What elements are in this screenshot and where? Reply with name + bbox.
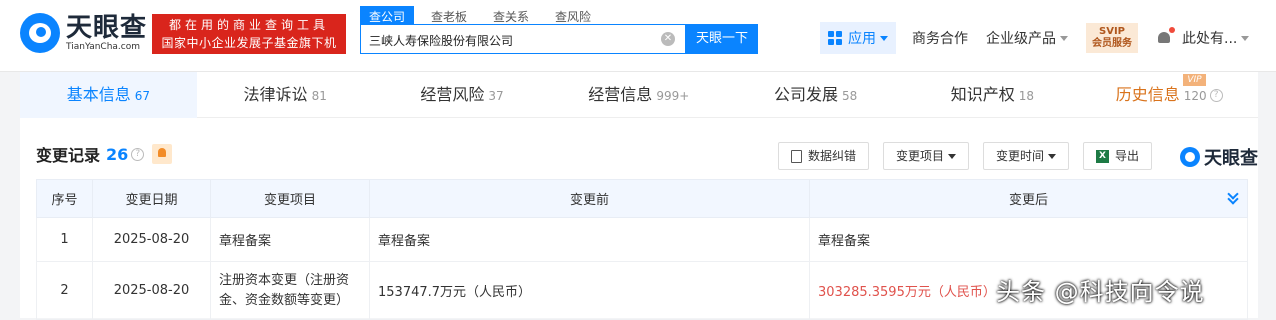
tab-count: 58 — [841, 89, 858, 103]
logo-eye-icon — [1180, 147, 1200, 167]
double-chevron-down-icon[interactable] — [1227, 192, 1239, 204]
column-header-item: 变更项目 — [210, 179, 370, 218]
app-menu-label: 应用 — [848, 31, 876, 47]
tab-label: 经营信息 — [588, 85, 653, 104]
change-item-filter[interactable]: 变更项目 — [882, 142, 969, 170]
tab-count: 120 — [1183, 89, 1207, 103]
tab-label: 历史信息 — [1115, 85, 1180, 104]
tab-label: 公司发展 — [773, 85, 838, 104]
search-input[interactable]: 三峡人寿保险股份有限公司 ✕ — [360, 24, 686, 54]
tab-label: 知识产权 — [950, 85, 1015, 104]
column-header-after: 变更后 — [809, 179, 1248, 218]
chevron-down-icon — [947, 153, 956, 159]
logo-eye-icon — [20, 13, 60, 53]
column-header-date: 变更日期 — [92, 179, 211, 218]
table-header-row: 序号 变更日期 变更项目 变更前 变更后 — [36, 179, 1248, 218]
cell-index: 1 — [36, 217, 93, 262]
nav-enterprise-label: 企业级产品 — [986, 31, 1056, 47]
slogan-banner: 都在用的商业查询工具 国家中小企业发展子基金旗下机构 — [152, 14, 346, 68]
tab-ip[interactable]: 知识产权 18 — [904, 72, 1081, 118]
table-row: 1 2025-08-20 章程备案 章程备案 章程备案 — [36, 217, 1248, 262]
section-header: 变更记录 26 ? — [36, 142, 173, 166]
button-label: 变更项目 — [895, 149, 944, 163]
section-title: 变更记录 — [36, 146, 101, 165]
notification-dot — [1169, 27, 1175, 33]
svip-label: SVIP — [1099, 26, 1125, 37]
tab-operation-info[interactable]: 经营信息 999+ — [550, 72, 727, 118]
document-icon — [790, 149, 802, 163]
tab-count: 81 — [311, 89, 327, 103]
chevron-down-icon — [1047, 153, 1056, 159]
clear-icon[interactable]: ✕ — [661, 32, 675, 46]
tab-legal[interactable]: 法律诉讼 81 — [197, 72, 374, 118]
column-header-before: 变更前 — [369, 179, 810, 218]
chevron-down-icon — [880, 35, 888, 41]
tab-count: 37 — [488, 89, 504, 103]
slogan-line2: 国家中小企业发展子基金旗下机构 — [161, 36, 337, 68]
brand-text: 天眼查 — [1204, 148, 1258, 169]
app-menu-button[interactable]: 应用 — [820, 22, 896, 54]
site-logo[interactable]: 天眼查 TianYanCha.com — [20, 13, 147, 53]
tab-count: 18 — [1018, 89, 1035, 103]
tab-development[interactable]: 公司发展 58 — [727, 72, 904, 118]
column-header-index: 序号 — [36, 179, 93, 218]
slogan-line1: 都在用的商业查询工具 — [168, 18, 329, 32]
column-header-after-label: 变更后 — [1008, 193, 1048, 208]
section-count: 26 — [106, 144, 129, 164]
bell-icon[interactable] — [1156, 27, 1175, 46]
export-button[interactable]: X 导出 — [1082, 142, 1152, 170]
tab-basic-info[interactable]: 基本信息 67 — [20, 72, 197, 118]
tab-label: 经营风险 — [420, 85, 485, 104]
cell-index: 2 — [36, 261, 93, 320]
top-bar: 天眼查 TianYanCha.com 都在用的商业查询工具 国家中小企业发展子基… — [0, 0, 1276, 72]
tab-label: 法律诉讼 — [243, 85, 308, 104]
tab-operation-risk[interactable]: 经营风险 37 — [374, 72, 551, 118]
cell-item: 章程备案 — [210, 217, 370, 262]
grid-icon — [828, 31, 842, 45]
cell-item: 注册资本变更（注册资金、资金数额等变更） — [210, 261, 370, 320]
cell-after: 章程备案 — [809, 217, 1248, 262]
search-button[interactable]: 天眼一下 — [686, 24, 758, 54]
help-icon[interactable]: ? — [1209, 89, 1223, 102]
tab-history[interactable]: VIP 历史信息 120? — [1081, 72, 1258, 118]
chevron-down-icon — [1060, 35, 1068, 41]
nav-enterprise-products[interactable]: 企业级产品 — [986, 28, 1068, 48]
cell-before: 章程备案 — [369, 217, 810, 262]
change-time-filter[interactable]: 变更时间 — [982, 142, 1069, 170]
chevron-down-icon — [1241, 35, 1250, 41]
vip-badge: VIP — [1183, 74, 1206, 86]
tab-count: 67 — [134, 89, 151, 103]
svip-button[interactable]: SVIP 会员服务 — [1086, 23, 1138, 53]
logo-text: 天眼查 — [66, 12, 148, 43]
cell-date: 2025-08-20 — [92, 217, 211, 262]
source-watermark: 头条 @科技向令说 — [996, 278, 1205, 306]
excel-icon: X — [1095, 149, 1109, 163]
header-nav: 应用 商务合作 企业级产品 SVIP 会员服务 此处有... — [820, 22, 1250, 54]
data-correction-button[interactable]: 数据纠错 — [777, 142, 869, 170]
detail-tabs: 基本信息 67 法律诉讼 81 经营风险 37 经营信息 999+ 公司发展 58 知识产… — [20, 72, 1258, 118]
user-menu[interactable]: 此处有... — [1182, 28, 1237, 48]
tab-label: 基本信息 — [66, 85, 131, 104]
tab-count: 999+ — [656, 89, 690, 103]
help-icon[interactable]: ? — [131, 147, 145, 161]
nav-business-cooperation[interactable]: 商务合作 — [912, 28, 968, 48]
cell-date: 2025-08-20 — [92, 261, 211, 320]
member-service-label: 会员服务 — [1092, 38, 1132, 49]
button-label: 导出 — [1114, 149, 1139, 163]
section-toolbar: 数据纠错 变更项目 变更时间 X 导出 — [764, 142, 1152, 170]
button-label: 变更时间 — [995, 149, 1044, 163]
brand-watermark: 天眼查 — [1180, 144, 1258, 170]
subscribe-bell-icon[interactable] — [152, 144, 173, 164]
button-label: 数据纠错 — [807, 149, 856, 163]
cell-before: 153747.7万元（人民币） — [369, 261, 810, 320]
logo-domain: TianYanCha.com — [66, 41, 141, 52]
search-input-value: 三峡人寿保险股份有限公司 — [369, 34, 514, 48]
